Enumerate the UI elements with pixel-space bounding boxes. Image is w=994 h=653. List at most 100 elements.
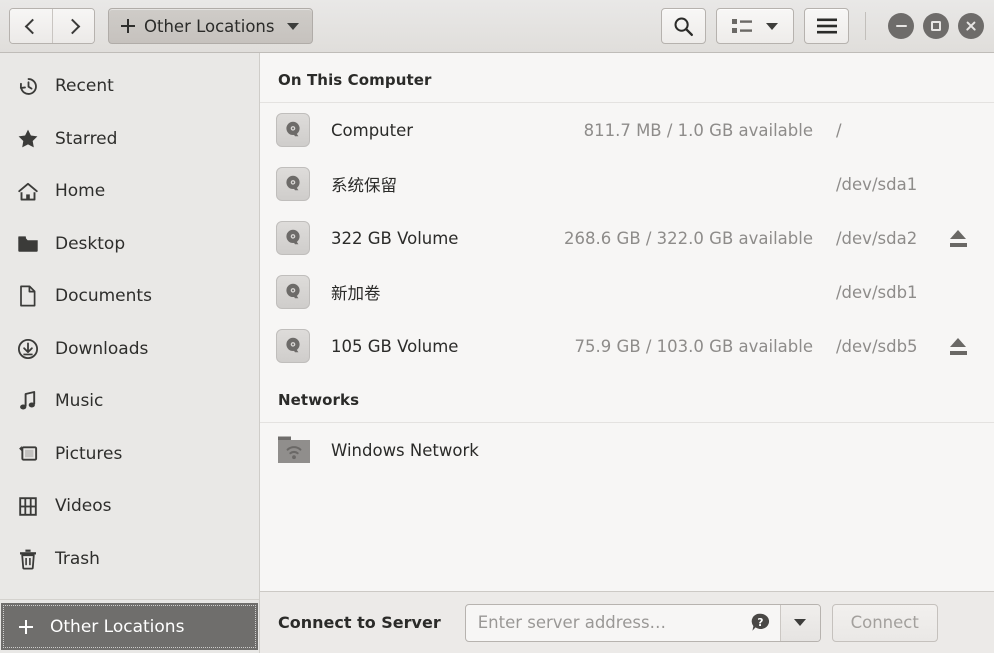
sidebar-item-label: Pictures [55, 443, 123, 464]
chevron-right-icon [64, 18, 80, 34]
eject-icon [949, 229, 968, 247]
connect-button[interactable]: Connect [831, 603, 938, 642]
sidebar-item-label: Downloads [55, 338, 149, 359]
section-header-networks: Networks [278, 391, 360, 409]
help-icon[interactable]: ? [750, 612, 772, 634]
sidebar-item-label: Starred [55, 128, 118, 149]
table-row[interactable]: Windows Network [260, 423, 994, 477]
header-left-group: Other Locations [9, 8, 314, 44]
sidebar-item-documents[interactable]: Documents [0, 270, 259, 323]
main-menu-button[interactable] [804, 8, 849, 44]
sidebar-item-label: Other Locations [50, 616, 185, 637]
maximize-icon [931, 21, 941, 31]
search-button[interactable] [661, 8, 706, 44]
sidebar-item-label: Trash [55, 548, 100, 569]
picture-icon [17, 443, 39, 465]
place-device: /dev/sdb5 [836, 336, 918, 356]
table-row[interactable]: 新加卷 /dev/sdb1 [260, 265, 994, 319]
minimize-button[interactable] [888, 13, 914, 39]
nautilus-window: Other Locations Recent Starred Home Desk… [0, 0, 994, 653]
server-address-dropdown-button[interactable] [779, 604, 820, 641]
sidebar-item-pictures[interactable]: Pictures [0, 428, 259, 481]
list-view-icon [732, 18, 752, 33]
place-name: Computer [331, 120, 414, 140]
table-row[interactable]: 系统保留 /dev/sda1 [260, 157, 994, 211]
place-name: 105 GB Volume [331, 336, 459, 356]
server-address-entry[interactable]: ? [464, 603, 821, 642]
place-device: /dev/sda1 [836, 174, 918, 194]
maximize-button[interactable] [923, 13, 949, 39]
sidebar: Recent Starred Home Desktop Documents Do… [0, 53, 260, 653]
sidebar-item-music[interactable]: Music [0, 375, 259, 428]
minimize-icon [895, 24, 907, 28]
connect-to-server-bar: Connect to Server ? Connect [260, 591, 994, 653]
search-icon [674, 17, 693, 36]
back-button[interactable] [10, 9, 52, 43]
chevron-left-icon [24, 18, 41, 34]
svg-text:?: ? [758, 617, 764, 629]
place-name: 新加卷 [331, 284, 381, 303]
place-device: /dev/sda2 [836, 228, 918, 248]
eject-button[interactable] [941, 229, 975, 247]
chevron-down-icon [766, 22, 778, 30]
forward-button[interactable] [52, 9, 94, 43]
sidebar-item-downloads[interactable]: Downloads [0, 323, 259, 376]
folder-icon [17, 233, 39, 255]
network-folder-icon [276, 434, 312, 466]
plus-icon [19, 619, 33, 634]
hamburger-menu-icon [816, 18, 837, 34]
sidebar-item-label: Desktop [55, 233, 126, 254]
content-area: On This Computer Computer 811.7 MB / 1.0… [260, 53, 994, 653]
sidebar-list: Recent Starred Home Desktop Documents Do… [0, 53, 259, 599]
header-separator [865, 12, 866, 40]
sidebar-item-home[interactable]: Home [0, 165, 259, 218]
sidebar-item-other-locations[interactable]: Other Locations [1, 603, 258, 650]
sidebar-item-label: Home [55, 181, 106, 202]
header-bar: Other Locations [0, 0, 994, 53]
server-address-input[interactable] [465, 604, 750, 641]
navigation-button-group [9, 8, 95, 44]
path-bar-label: Other Locations [144, 16, 275, 36]
sidebar-item-desktop[interactable]: Desktop [0, 218, 259, 271]
place-device: / [836, 120, 842, 140]
place-name: 322 GB Volume [331, 228, 459, 248]
window-body: Recent Starred Home Desktop Documents Do… [0, 53, 994, 653]
place-space: 268.6 GB / 322.0 GB available [564, 228, 813, 248]
trash-icon [17, 548, 39, 570]
table-row[interactable]: 105 GB Volume 75.9 GB / 103.0 GB availab… [260, 319, 994, 373]
connect-to-server-label: Connect to Server [278, 613, 441, 632]
close-button[interactable] [958, 13, 984, 39]
sidebar-item-recent[interactable]: Recent [0, 60, 259, 113]
sidebar-item-label: Recent [55, 76, 114, 97]
path-bar-other-locations-button[interactable]: Other Locations [108, 8, 314, 44]
drive-harddisk-icon [276, 329, 310, 363]
chevron-down-icon [287, 22, 300, 30]
view-options-button[interactable] [716, 8, 794, 44]
place-name: Windows Network [331, 440, 479, 460]
download-icon [17, 338, 39, 360]
sidebar-item-label: Documents [55, 286, 152, 307]
eject-button[interactable] [941, 337, 975, 355]
film-icon [17, 495, 39, 517]
sidebar-footer: Other Locations [0, 599, 259, 653]
home-icon [17, 180, 39, 202]
drive-harddisk-icon [276, 167, 310, 201]
place-device: /dev/sdb1 [836, 282, 918, 302]
sidebar-item-videos[interactable]: Videos [0, 480, 259, 533]
sidebar-item-starred[interactable]: Starred [0, 113, 259, 166]
places-list: On This Computer Computer 811.7 MB / 1.0… [260, 53, 994, 591]
table-row[interactable]: Computer 811.7 MB / 1.0 GB available / [260, 103, 994, 157]
sidebar-item-label: Videos [55, 496, 112, 517]
drive-harddisk-icon [276, 113, 310, 147]
place-space: 75.9 GB / 103.0 GB available [574, 336, 813, 356]
music-note-icon [17, 390, 39, 412]
close-icon [965, 20, 977, 32]
header-right-group [661, 8, 984, 44]
eject-icon [949, 337, 968, 355]
sidebar-item-trash[interactable]: Trash [0, 533, 259, 586]
place-space: 811.7 MB / 1.0 GB available [583, 120, 813, 140]
place-name: 系统保留 [331, 176, 397, 195]
document-icon [17, 285, 39, 307]
plus-icon [121, 19, 135, 33]
table-row[interactable]: 322 GB Volume 268.6 GB / 322.0 GB availa… [260, 211, 994, 265]
